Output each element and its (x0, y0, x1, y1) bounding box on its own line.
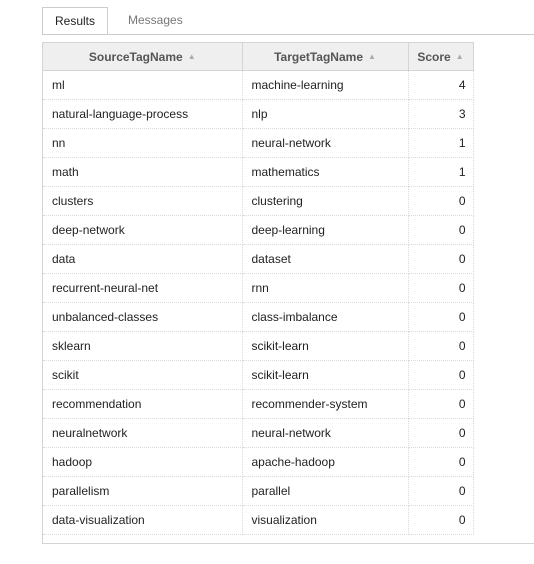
cell-score[interactable]: 1 (408, 157, 474, 187)
column-header-label: TargetTagName (274, 49, 363, 64)
cell-target-tag[interactable]: neural-network (242, 128, 409, 158)
cell-source-tag[interactable]: recommendation (43, 389, 243, 419)
cell-source-tag[interactable]: clusters (43, 186, 243, 216)
table-row[interactable]: unbalanced-classes class-imbalance 0 (43, 302, 474, 332)
cell-target-tag[interactable]: recommender-system (242, 389, 409, 419)
cell-target-tag[interactable]: parallel (242, 476, 409, 506)
cell-source-tag[interactable]: recurrent-neural-net (43, 273, 243, 303)
cell-source-tag[interactable]: natural-language-process (43, 99, 243, 129)
cell-score[interactable]: 0 (408, 418, 474, 448)
cell-source-tag[interactable]: data (43, 244, 243, 274)
cell-score[interactable]: 0 (408, 244, 474, 274)
cell-target-tag[interactable]: deep-learning (242, 215, 409, 245)
cell-target-tag[interactable]: class-imbalance (242, 302, 409, 332)
cell-score[interactable]: 3 (408, 99, 474, 129)
cell-target-tag[interactable]: mathematics (242, 157, 409, 187)
cell-source-tag[interactable]: nn (43, 128, 243, 158)
cell-target-tag[interactable]: visualization (242, 505, 409, 535)
column-header-targettagname[interactable]: TargetTagName ▲ (242, 42, 409, 71)
table-row[interactable]: data-visualization visualization 0 (43, 505, 474, 535)
tab-divider (42, 34, 534, 35)
tab-results[interactable]: Results (42, 7, 109, 35)
cell-score[interactable]: 0 (408, 476, 474, 506)
table-row[interactable]: math mathematics 1 (43, 157, 474, 187)
table-row[interactable]: scikit scikit-learn 0 (43, 360, 474, 390)
cell-score[interactable]: 0 (408, 215, 474, 245)
cell-source-tag[interactable]: sklearn (43, 331, 243, 361)
table-row[interactable]: recurrent-neural-net rnn 0 (43, 273, 474, 303)
table-row[interactable]: clusters clustering 0 (43, 186, 474, 216)
column-header-label: SourceTagName (88, 49, 183, 64)
table-row[interactable]: sklearn scikit-learn 0 (43, 331, 474, 361)
cell-score[interactable]: 0 (408, 447, 474, 477)
column-header-score[interactable]: Score ▲ (408, 42, 474, 71)
table-row[interactable]: parallelism parallel 0 (43, 476, 474, 506)
sort-up-icon: ▲ (187, 51, 196, 61)
cell-target-tag[interactable]: machine-learning (242, 70, 409, 100)
cell-target-tag[interactable]: scikit-learn (242, 360, 409, 390)
cell-source-tag[interactable]: unbalanced-classes (43, 302, 243, 332)
table-row[interactable]: ml machine-learning 4 (43, 70, 474, 100)
cell-source-tag[interactable]: data-visualization (43, 505, 243, 535)
cell-target-tag[interactable]: neural-network (242, 418, 409, 448)
table-row[interactable]: nn neural-network 1 (43, 128, 474, 158)
cell-score[interactable]: 4 (408, 70, 474, 100)
column-header-sourcetagname[interactable]: SourceTagName ▲ (43, 42, 243, 71)
table-row[interactable]: deep-network deep-learning 0 (43, 215, 474, 245)
header-row: SourceTagName ▲ TargetTagName ▲ Score ▲ (43, 42, 474, 71)
cell-score[interactable]: 0 (408, 505, 474, 535)
cell-score[interactable]: 0 (408, 331, 474, 361)
results-table: SourceTagName ▲ TargetTagName ▲ Score ▲ ml m… (43, 42, 474, 535)
cell-target-tag[interactable]: apache-hadoop (242, 447, 409, 477)
cell-score[interactable]: 0 (408, 360, 474, 390)
cell-score[interactable]: 1 (408, 128, 474, 158)
cell-target-tag[interactable]: dataset (242, 244, 409, 274)
grid-body: ml machine-learning 4 natural-language-proc… (43, 70, 474, 535)
table-row[interactable]: data dataset 0 (43, 244, 474, 274)
column-header-label: Score (417, 49, 451, 64)
cell-source-tag[interactable]: deep-network (43, 215, 243, 245)
cell-score[interactable]: 0 (408, 302, 474, 332)
cell-target-tag[interactable]: clustering (242, 186, 409, 216)
cell-source-tag[interactable]: scikit (43, 360, 243, 390)
table-row[interactable]: recommendation recommender-system 0 (43, 389, 474, 419)
grid-bottom-border (42, 543, 534, 544)
cell-target-tag[interactable]: nlp (242, 99, 409, 129)
cell-target-tag[interactable]: scikit-learn (242, 331, 409, 361)
cell-source-tag[interactable]: neuralnetwork (43, 418, 243, 448)
cell-source-tag[interactable]: ml (43, 70, 243, 100)
table-row[interactable]: hadoop apache-hadoop 0 (43, 447, 474, 477)
table-row[interactable]: neuralnetwork neural-network 0 (43, 418, 474, 448)
results-grid[interactable]: SourceTagName ▲ TargetTagName ▲ Score ▲ ml m… (42, 42, 534, 544)
tab-messages[interactable]: Messages (116, 7, 195, 35)
result-tabs: Results Messages (42, 7, 195, 35)
cell-score[interactable]: 0 (408, 389, 474, 419)
cell-source-tag[interactable]: parallelism (43, 476, 243, 506)
sort-up-icon: ▲ (455, 51, 464, 61)
cell-source-tag[interactable]: hadoop (43, 447, 243, 477)
cell-score[interactable]: 0 (408, 273, 474, 303)
cell-source-tag[interactable]: math (43, 157, 243, 187)
cell-target-tag[interactable]: rnn (242, 273, 409, 303)
cell-score[interactable]: 0 (408, 186, 474, 216)
table-row[interactable]: natural-language-process nlp 3 (43, 99, 474, 129)
sort-up-icon: ▲ (368, 51, 376, 61)
